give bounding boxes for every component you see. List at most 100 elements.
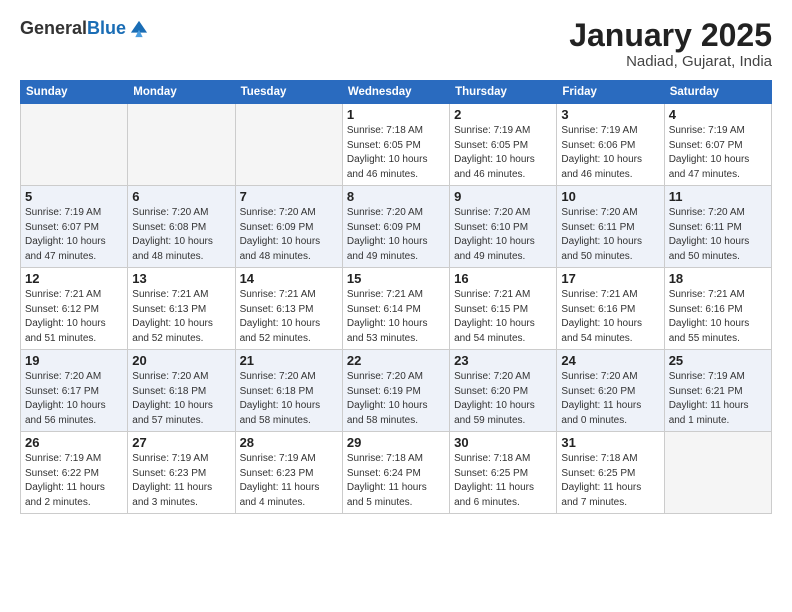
table-row: 9 Sunrise: 7:20 AM Sunset: 6:10 PM Daylig… bbox=[450, 186, 557, 268]
day-number: 27 bbox=[132, 435, 230, 450]
day-detail: Sunrise: 7:19 AM Sunset: 6:22 PM Dayligh… bbox=[25, 452, 123, 510]
day-number: 14 bbox=[240, 271, 338, 286]
day-number: 25 bbox=[669, 353, 767, 368]
table-row: 1 Sunrise: 7:18 AM Sunset: 6:05 PM Daylig… bbox=[342, 104, 449, 186]
day-number: 15 bbox=[347, 271, 445, 286]
day-detail: Sunrise: 7:19 AM Sunset: 6:06 PM Dayligh… bbox=[561, 124, 659, 182]
day-number: 24 bbox=[561, 353, 659, 368]
day-detail: Sunrise: 7:18 AM Sunset: 6:25 PM Dayligh… bbox=[454, 452, 552, 510]
table-row: 22Sunrise: 7:20 AM Sunset: 6:19 PM Dayli… bbox=[342, 350, 449, 432]
table-row: 11Sunrise: 7:20 AM Sunset: 6:11 PM Dayli… bbox=[664, 186, 771, 268]
day-detail: Sunrise: 7:21 AM Sunset: 6:14 PM Dayligh… bbox=[347, 288, 445, 346]
table-row: 26 Sunrise: 7:19 AM Sunset: 6:22 PM Dayli… bbox=[21, 432, 128, 514]
table-row: 13 Sunrise: 7:21 AM Sunset: 6:13 PM Dayli… bbox=[128, 268, 235, 350]
col-tuesday: Tuesday bbox=[235, 81, 342, 104]
day-number: 7 bbox=[240, 189, 338, 204]
day-number: 2 bbox=[454, 107, 552, 122]
day-detail: Sunrise: 7:20 AM Sunset: 6:20 PM Dayligh… bbox=[454, 370, 552, 428]
day-number: 19 bbox=[25, 353, 123, 368]
day-detail: Sunrise: 7:21 AM Sunset: 6:15 PM Dayligh… bbox=[454, 288, 552, 346]
day-detail: Sunrise: 7:18 AM Sunset: 6:24 PM Dayligh… bbox=[347, 452, 445, 510]
table-row: 4Sunrise: 7:19 AM Sunset: 6:07 PM Daylig… bbox=[664, 104, 771, 186]
day-number: 23 bbox=[454, 353, 552, 368]
day-detail: Sunrise: 7:20 AM Sunset: 6:18 PM Dayligh… bbox=[240, 370, 338, 428]
day-detail: Sunrise: 7:20 AM Sunset: 6:20 PM Dayligh… bbox=[561, 370, 659, 428]
logo-general-text: General bbox=[20, 18, 87, 38]
day-detail: Sunrise: 7:20 AM Sunset: 6:11 PM Dayligh… bbox=[561, 206, 659, 264]
table-row: 18 Sunrise: 7:21 AM Sunset: 6:16 PM Dayli… bbox=[664, 268, 771, 350]
day-number: 16 bbox=[454, 271, 552, 286]
calendar-week-row: 5Sunrise: 7:19 AM Sunset: 6:07 PM Daylig… bbox=[21, 186, 772, 268]
header: GeneralBlue January 2025 Nadiad, Gujarat… bbox=[20, 18, 772, 70]
day-detail: Sunrise: 7:20 AM Sunset: 6:17 PM Dayligh… bbox=[25, 370, 123, 428]
day-number: 21 bbox=[240, 353, 338, 368]
day-detail: Sunrise: 7:18 AM Sunset: 6:25 PM Dayligh… bbox=[561, 452, 659, 510]
day-detail: Sunrise: 7:19 AM Sunset: 6:07 PM Dayligh… bbox=[25, 206, 123, 264]
table-row: 17Sunrise: 7:21 AM Sunset: 6:16 PM Dayli… bbox=[557, 268, 664, 350]
col-sunday: Sunday bbox=[21, 81, 128, 104]
table-row: 15 Sunrise: 7:21 AM Sunset: 6:14 PM Dayli… bbox=[342, 268, 449, 350]
day-number: 9 bbox=[454, 189, 552, 204]
table-row: 16 Sunrise: 7:21 AM Sunset: 6:15 PM Dayli… bbox=[450, 268, 557, 350]
table-row bbox=[128, 104, 235, 186]
table-row: 8 Sunrise: 7:20 AM Sunset: 6:09 PM Daylig… bbox=[342, 186, 449, 268]
col-wednesday: Wednesday bbox=[342, 81, 449, 104]
day-number: 12 bbox=[25, 271, 123, 286]
table-row: 3 Sunrise: 7:19 AM Sunset: 6:06 PM Daylig… bbox=[557, 104, 664, 186]
day-detail: Sunrise: 7:21 AM Sunset: 6:13 PM Dayligh… bbox=[132, 288, 230, 346]
day-detail: Sunrise: 7:19 AM Sunset: 6:21 PM Dayligh… bbox=[669, 370, 767, 428]
table-row: 6Sunrise: 7:20 AM Sunset: 6:08 PM Daylig… bbox=[128, 186, 235, 268]
table-row bbox=[21, 104, 128, 186]
day-detail: Sunrise: 7:20 AM Sunset: 6:19 PM Dayligh… bbox=[347, 370, 445, 428]
calendar-table: Sunday Monday Tuesday Wednesday Thursday… bbox=[20, 80, 772, 514]
day-number: 30 bbox=[454, 435, 552, 450]
table-row: 10Sunrise: 7:20 AM Sunset: 6:11 PM Dayli… bbox=[557, 186, 664, 268]
day-detail: Sunrise: 7:19 AM Sunset: 6:23 PM Dayligh… bbox=[132, 452, 230, 510]
table-row: 31 Sunrise: 7:18 AM Sunset: 6:25 PM Dayli… bbox=[557, 432, 664, 514]
table-row: 7 Sunrise: 7:20 AM Sunset: 6:09 PM Daylig… bbox=[235, 186, 342, 268]
calendar-week-row: 19 Sunrise: 7:20 AM Sunset: 6:17 PM Dayli… bbox=[21, 350, 772, 432]
table-row: 30 Sunrise: 7:18 AM Sunset: 6:25 PM Dayli… bbox=[450, 432, 557, 514]
day-detail: Sunrise: 7:20 AM Sunset: 6:10 PM Dayligh… bbox=[454, 206, 552, 264]
day-detail: Sunrise: 7:21 AM Sunset: 6:16 PM Dayligh… bbox=[561, 288, 659, 346]
day-detail: Sunrise: 7:21 AM Sunset: 6:13 PM Dayligh… bbox=[240, 288, 338, 346]
logo: GeneralBlue bbox=[20, 18, 150, 40]
day-detail: Sunrise: 7:20 AM Sunset: 6:09 PM Dayligh… bbox=[240, 206, 338, 264]
day-number: 18 bbox=[669, 271, 767, 286]
day-number: 20 bbox=[132, 353, 230, 368]
day-detail: Sunrise: 7:20 AM Sunset: 6:09 PM Dayligh… bbox=[347, 206, 445, 264]
title-block: January 2025 Nadiad, Gujarat, India bbox=[569, 18, 772, 70]
day-detail: Sunrise: 7:20 AM Sunset: 6:11 PM Dayligh… bbox=[669, 206, 767, 264]
day-number: 13 bbox=[132, 271, 230, 286]
calendar-week-row: 12 Sunrise: 7:21 AM Sunset: 6:12 PM Dayli… bbox=[21, 268, 772, 350]
table-row: 28 Sunrise: 7:19 AM Sunset: 6:23 PM Dayli… bbox=[235, 432, 342, 514]
day-number: 26 bbox=[25, 435, 123, 450]
day-number: 4 bbox=[669, 107, 767, 122]
table-row: 24 Sunrise: 7:20 AM Sunset: 6:20 PM Dayli… bbox=[557, 350, 664, 432]
table-row: 12 Sunrise: 7:21 AM Sunset: 6:12 PM Dayli… bbox=[21, 268, 128, 350]
day-number: 31 bbox=[561, 435, 659, 450]
page: GeneralBlue January 2025 Nadiad, Gujarat… bbox=[0, 0, 792, 612]
day-detail: Sunrise: 7:20 AM Sunset: 6:18 PM Dayligh… bbox=[132, 370, 230, 428]
col-thursday: Thursday bbox=[450, 81, 557, 104]
day-detail: Sunrise: 7:20 AM Sunset: 6:08 PM Dayligh… bbox=[132, 206, 230, 264]
logo-blue-text: Blue bbox=[87, 18, 126, 38]
table-row bbox=[235, 104, 342, 186]
day-number: 3 bbox=[561, 107, 659, 122]
table-row bbox=[664, 432, 771, 514]
table-row: 23 Sunrise: 7:20 AM Sunset: 6:20 PM Dayli… bbox=[450, 350, 557, 432]
day-detail: Sunrise: 7:21 AM Sunset: 6:16 PM Dayligh… bbox=[669, 288, 767, 346]
calendar-week-row: 26 Sunrise: 7:19 AM Sunset: 6:22 PM Dayli… bbox=[21, 432, 772, 514]
col-saturday: Saturday bbox=[664, 81, 771, 104]
calendar-title: January 2025 bbox=[569, 18, 772, 53]
day-detail: Sunrise: 7:21 AM Sunset: 6:12 PM Dayligh… bbox=[25, 288, 123, 346]
day-detail: Sunrise: 7:18 AM Sunset: 6:05 PM Dayligh… bbox=[347, 124, 445, 182]
day-number: 8 bbox=[347, 189, 445, 204]
day-number: 1 bbox=[347, 107, 445, 122]
col-monday: Monday bbox=[128, 81, 235, 104]
calendar-header-row: Sunday Monday Tuesday Wednesday Thursday… bbox=[21, 81, 772, 104]
table-row: 14 Sunrise: 7:21 AM Sunset: 6:13 PM Dayli… bbox=[235, 268, 342, 350]
day-number: 28 bbox=[240, 435, 338, 450]
table-row: 2Sunrise: 7:19 AM Sunset: 6:05 PM Daylig… bbox=[450, 104, 557, 186]
day-detail: Sunrise: 7:19 AM Sunset: 6:23 PM Dayligh… bbox=[240, 452, 338, 510]
